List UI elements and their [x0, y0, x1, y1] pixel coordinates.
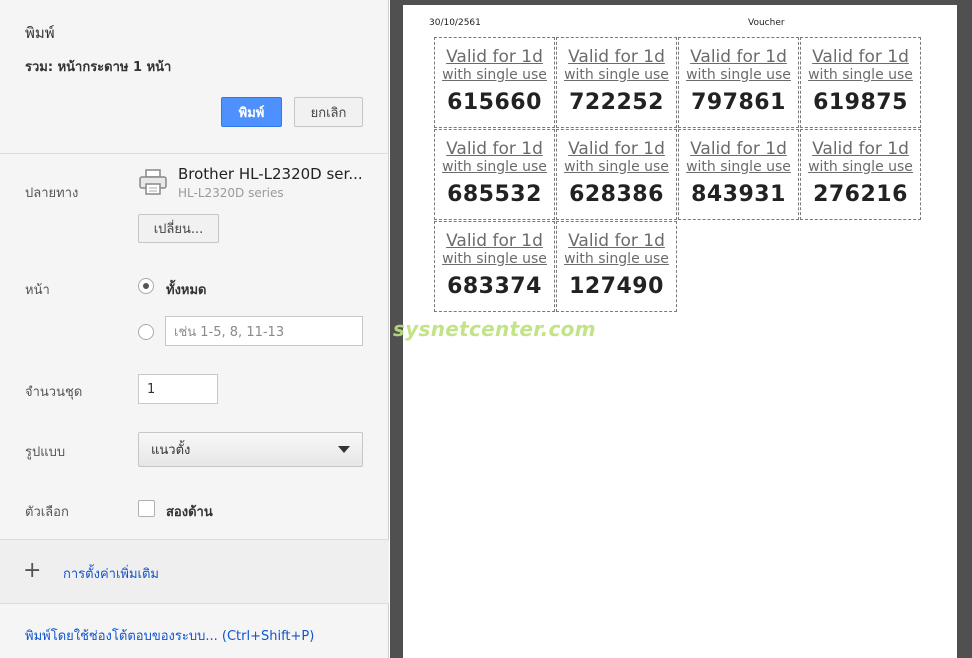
voucher-code: 127490: [569, 274, 664, 299]
pages-custom-radio[interactable]: [138, 324, 154, 340]
two-sided-label: สองด้าน: [166, 505, 213, 520]
voucher-code: 615660: [447, 90, 542, 115]
voucher-card: Valid for 1d with single use 615660: [434, 37, 555, 128]
voucher-usage: with single use: [442, 67, 547, 83]
pages-label: หน้า: [25, 283, 50, 298]
voucher-validity: Valid for 1d: [690, 139, 787, 159]
voucher-usage: with single use: [808, 159, 913, 175]
print-button[interactable]: พิมพ์: [221, 97, 282, 127]
plus-icon: +: [23, 558, 42, 583]
voucher-card: Valid for 1d with single use 683374: [434, 221, 555, 312]
system-dialog-link[interactable]: พิมพ์โดยใช้ช่องโต้ตอบของระบบ... (Ctrl+Sh…: [25, 625, 314, 646]
destination-label: ปลายทาง: [25, 186, 79, 201]
voucher-code: 276216: [813, 182, 908, 207]
more-settings-link[interactable]: การตั้งค่าเพิ่มเติม: [63, 563, 159, 584]
voucher-usage: with single use: [442, 251, 547, 267]
voucher-code: 619875: [813, 90, 908, 115]
page-header-title: Voucher: [748, 18, 785, 28]
voucher-validity: Valid for 1d: [812, 139, 909, 159]
voucher-card: Valid for 1d with single use 797861: [678, 37, 799, 128]
voucher-validity: Valid for 1d: [446, 47, 543, 67]
layout-select[interactable]: แนวตั้ง: [138, 432, 363, 467]
voucher-card: Valid for 1d with single use 619875: [800, 37, 921, 128]
voucher-card: Valid for 1d with single use 276216: [800, 129, 921, 220]
voucher-code: 683374: [447, 274, 542, 299]
voucher-validity: Valid for 1d: [690, 47, 787, 67]
voucher-code: 685532: [447, 182, 542, 207]
pages-all-label: ทั้งหมด: [166, 283, 207, 298]
voucher-usage: with single use: [564, 251, 669, 267]
voucher-card: Valid for 1d with single use 127490: [556, 221, 677, 312]
voucher-card: Valid for 1d with single use 628386: [556, 129, 677, 220]
change-destination-button[interactable]: เปลี่ยน...: [138, 214, 219, 243]
copies-label: จำนวนชุด: [25, 385, 83, 400]
voucher-usage: with single use: [564, 159, 669, 175]
pages-range-input[interactable]: เช่น 1-5, 8, 11-13: [165, 316, 363, 346]
voucher-validity: Valid for 1d: [446, 139, 543, 159]
page-summary: รวม: หน้ากระดาษ 1 หน้า: [25, 60, 172, 75]
voucher-validity: Valid for 1d: [568, 139, 665, 159]
layout-value: แนวตั้ง: [151, 443, 191, 458]
printer-name: Brother HL-L2320D ser...: [178, 165, 363, 183]
voucher-validity: Valid for 1d: [812, 47, 909, 67]
copies-input[interactable]: 1: [138, 374, 218, 404]
two-sided-checkbox[interactable]: [138, 500, 155, 517]
voucher-card: Valid for 1d with single use 843931: [678, 129, 799, 220]
printer-model: HL-L2320D series: [178, 186, 284, 200]
voucher-card: Valid for 1d with single use 722252: [556, 37, 677, 128]
chevron-down-icon: [338, 446, 350, 453]
pages-all-radio[interactable]: [138, 278, 154, 294]
more-settings-row[interactable]: [0, 540, 389, 603]
layout-label: รูปแบบ: [25, 445, 66, 460]
voucher-usage: with single use: [564, 67, 669, 83]
voucher-usage: with single use: [686, 67, 791, 83]
voucher-code: 628386: [569, 182, 664, 207]
cancel-button[interactable]: ยกเลิก: [294, 97, 363, 127]
watermark: sysnetcenter.com: [393, 317, 596, 341]
voucher-usage: with single use: [686, 159, 791, 175]
voucher-validity: Valid for 1d: [568, 231, 665, 251]
voucher-usage: with single use: [442, 159, 547, 175]
dialog-title: พิมพ์: [25, 24, 55, 42]
voucher-validity: Valid for 1d: [446, 231, 543, 251]
voucher-code: 843931: [691, 182, 786, 207]
divider: [0, 153, 389, 154]
divider: [0, 603, 389, 604]
printer-icon: [139, 169, 167, 195]
page-header-date: 30/10/2561: [429, 18, 481, 28]
voucher-usage: with single use: [808, 67, 913, 83]
voucher-card: Valid for 1d with single use 685532: [434, 129, 555, 220]
voucher-code: 722252: [569, 90, 664, 115]
options-label: ตัวเลือก: [25, 505, 69, 520]
voucher-code: 797861: [691, 90, 786, 115]
print-settings-panel: พิมพ์ รวม: หน้ากระดาษ 1 หน้า พิมพ์ ยกเลิ…: [0, 0, 389, 658]
voucher-validity: Valid for 1d: [568, 47, 665, 67]
